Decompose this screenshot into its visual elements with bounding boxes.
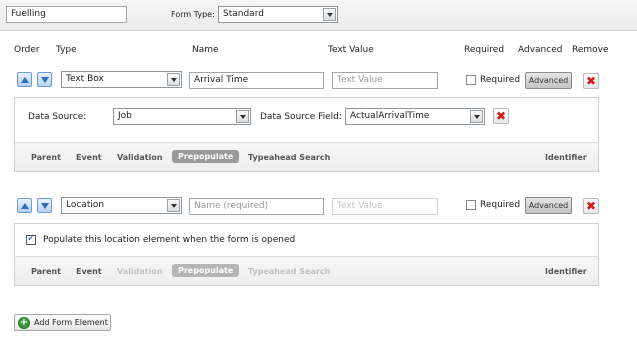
add-form-element-label: Add Form Element [34, 318, 108, 327]
element2-type-value: Location [66, 200, 105, 210]
data-source-field-select[interactable]: ActualArrivalTime [345, 108, 485, 125]
element1-name-input[interactable]: Arrival Time [189, 72, 324, 89]
data-source-select[interactable]: Job [113, 108, 251, 125]
element2-type-select[interactable]: Location [61, 197, 182, 214]
column-advanced: Advanced [518, 45, 563, 55]
populate-location-checkbox[interactable] [26, 233, 36, 245]
element2-advanced-panel: Populate this location element when the … [14, 223, 599, 286]
data-source-field-value: ActualArrivalTime [350, 111, 430, 121]
data-source-remove-button[interactable]: ✖ [493, 108, 509, 124]
element1-text-value-input[interactable]: Text Value [332, 72, 438, 89]
add-form-element-button[interactable]: + Add Form Element [14, 314, 111, 331]
column-required: Required [464, 45, 505, 55]
data-source-value: Job [118, 111, 132, 121]
tab-prepopulate[interactable]: Prepopulate [172, 150, 240, 163]
element2-required-label: Required [480, 200, 521, 210]
form-name-input[interactable]: Fuelling [6, 6, 127, 23]
column-name: Name [192, 45, 219, 55]
chevron-down-icon [167, 199, 180, 212]
element2-text-value-input[interactable]: Text Value [332, 198, 438, 215]
column-order: Order [14, 45, 40, 55]
tab-parent[interactable]: Parent [31, 153, 61, 162]
chevron-down-icon [470, 110, 483, 123]
element1-type-value: Text Box [66, 74, 104, 84]
column-remove: Remove [572, 45, 609, 55]
move-down-icon[interactable] [37, 72, 52, 87]
form-type-label: Form Type: [171, 10, 215, 19]
move-down-icon[interactable] [37, 198, 52, 213]
data-source-label: Data Source: [28, 112, 87, 122]
element2-advanced-button[interactable]: Advanced [525, 197, 572, 214]
element1-tab-bar: Parent Event Validation Prepopulate Type… [15, 142, 598, 171]
element1-remove-button[interactable]: ✖ [583, 73, 599, 89]
data-source-field-label: Data Source Field: [260, 112, 342, 122]
element2-tab-bar: Parent Event Validation Prepopulate Type… [15, 256, 598, 285]
tab-validation: Validation [117, 267, 163, 276]
form-type-value: Standard [223, 9, 264, 19]
element1-required-checkbox[interactable] [466, 75, 476, 85]
tab-parent[interactable]: Parent [31, 267, 61, 276]
tab-event[interactable]: Event [76, 153, 102, 162]
chevron-down-icon [323, 8, 336, 21]
column-text-value: Text Value [328, 45, 374, 55]
move-up-icon[interactable] [17, 72, 32, 87]
close-icon: ✖ [585, 199, 597, 213]
close-icon: ✖ [495, 109, 507, 123]
move-up-icon[interactable] [17, 198, 32, 213]
chevron-down-icon [167, 73, 180, 86]
element1-advanced-panel: Data Source: Job Data Source Field: Actu… [14, 97, 599, 172]
chevron-down-icon [236, 110, 249, 123]
close-icon: ✖ [585, 74, 597, 88]
tab-identifier[interactable]: Identifier [545, 153, 587, 162]
element1-type-select[interactable]: Text Box [61, 71, 182, 88]
tab-identifier[interactable]: Identifier [545, 267, 587, 276]
tab-typeahead-search[interactable]: Typeahead Search [248, 153, 330, 162]
form-type-select[interactable]: Standard [218, 6, 338, 23]
form-header-bar: Fuelling Form Type: Standard [0, 0, 637, 31]
tab-validation[interactable]: Validation [117, 153, 163, 162]
element2-name-input[interactable]: Name (required) [189, 198, 324, 215]
element2-remove-button[interactable]: ✖ [583, 198, 599, 214]
plus-icon: + [18, 316, 30, 329]
populate-location-label: Populate this location element when the … [43, 235, 296, 245]
tab-prepopulate[interactable]: Prepopulate [172, 264, 240, 277]
column-type: Type [56, 45, 77, 55]
element2-required-checkbox[interactable] [466, 200, 476, 210]
tab-typeahead-search: Typeahead Search [248, 267, 331, 276]
tab-event[interactable]: Event [76, 267, 102, 276]
element1-advanced-button[interactable]: Advanced [525, 72, 572, 89]
element1-required-label: Required [480, 75, 521, 85]
